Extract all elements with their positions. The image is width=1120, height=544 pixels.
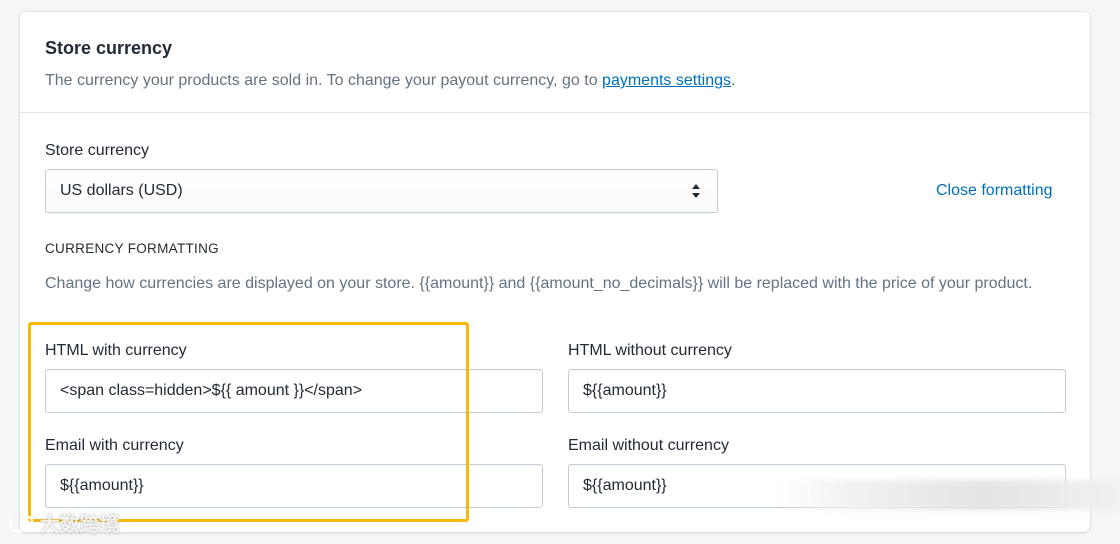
store-currency-select[interactable]: US dollars (USD) (45, 169, 718, 213)
card-title: Store currency (45, 38, 173, 58)
html-without-currency-input[interactable]: ${{amount}} (568, 369, 1066, 413)
html-with-currency-input[interactable]: <span class=hidden>${{ amount }}</span> (45, 369, 543, 413)
payments-settings-link[interactable]: payments settings (602, 72, 731, 89)
email-without-currency-label: Email without currency (568, 437, 729, 454)
store-currency-selected-value: US dollars (USD) (60, 182, 183, 199)
html-with-currency-label: HTML with currency (45, 342, 187, 359)
currency-formatting-heading: CURRENCY FORMATTING (45, 241, 219, 256)
watermark: 大数跨境 (8, 508, 120, 537)
watermark-logo-icon (9, 515, 34, 533)
email-with-currency-label: Email with currency (45, 437, 184, 454)
watermark-text: 大数跨境 (39, 514, 120, 536)
currency-formatting-description: Change how currencies are displayed on y… (45, 275, 1033, 292)
email-with-currency-input[interactable]: ${{amount}} (45, 464, 543, 508)
html-without-currency-label: HTML without currency (568, 342, 732, 359)
card-description-suffix: . (731, 72, 736, 89)
select-arrows-icon (692, 184, 700, 198)
store-currency-label: Store currency (45, 142, 150, 159)
card-description-text: The currency your products are sold in. … (45, 72, 603, 89)
card-header: Store currency The currency your product… (20, 12, 1090, 113)
card-description: The currency your products are sold in. … (45, 72, 735, 90)
blurred-area (780, 480, 1120, 510)
store-currency-card: Store currency The currency your product… (20, 12, 1090, 532)
close-formatting-link[interactable]: Close formatting (936, 182, 1053, 200)
